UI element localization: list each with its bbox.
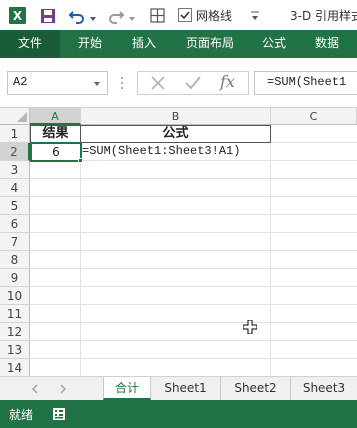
- undo-dropdown-icon[interactable]: [89, 12, 97, 21]
- cell-b2[interactable]: =SUM(Sheet1:Sheet3!A1): [82, 143, 357, 161]
- sheet-tab-sheet2[interactable]: Sheet2: [221, 377, 291, 400]
- cell-a2[interactable]: 6: [30, 142, 82, 162]
- cell-a1-text: 结果: [42, 126, 69, 141]
- sheet-tab-sheet3[interactable]: Sheet3: [291, 377, 357, 400]
- formula-bar-splitter[interactable]: [120, 76, 124, 90]
- row-header[interactable]: 7: [0, 233, 30, 251]
- tab-data[interactable]: 数据: [304, 30, 350, 58]
- excel-logo-icon: X: [9, 7, 26, 24]
- row-header[interactable]: 13: [0, 341, 30, 359]
- status-bar: 就绪: [0, 400, 357, 428]
- quick-access-toolbar: X 网格线 3-D 引用样式: [0, 0, 357, 30]
- column-header-c[interactable]: C: [271, 108, 357, 125]
- formula-input[interactable]: =SUM(Sheet1: [254, 71, 357, 95]
- scroll-left-icon[interactable]: [30, 384, 40, 394]
- undo-icon[interactable]: [68, 7, 86, 25]
- select-all-corner[interactable]: [0, 108, 30, 125]
- row-header[interactable]: 11: [0, 305, 30, 323]
- ribbon-tabs: 文件 开始 插入 页面布局 公式 数据: [0, 30, 357, 58]
- name-box-value: A2: [13, 75, 28, 89]
- formula-bar: A2 fx =SUM(Sheet1: [0, 58, 357, 108]
- cell-b1[interactable]: 公式: [80, 125, 271, 143]
- save-icon[interactable]: [40, 8, 56, 24]
- enter-icon[interactable]: [184, 74, 202, 92]
- tab-file[interactable]: 文件: [0, 30, 60, 58]
- svg-text:X: X: [13, 9, 23, 23]
- window-title: 3-D 引用样式: [290, 9, 357, 23]
- cancel-icon[interactable]: [149, 74, 167, 92]
- row-header[interactable]: 14: [0, 359, 30, 376]
- cell-a2-value: 6: [52, 145, 60, 159]
- sheet-tab-total[interactable]: 合计: [103, 377, 151, 400]
- tab-home[interactable]: 开始: [66, 30, 114, 58]
- row-header[interactable]: 12: [0, 323, 30, 341]
- insert-function-icon[interactable]: fx: [220, 72, 235, 91]
- name-box[interactable]: A2: [7, 71, 108, 95]
- sheet-tab-sheet1[interactable]: Sheet1: [151, 377, 221, 400]
- redo-icon[interactable]: [107, 7, 125, 25]
- row-header[interactable]: 1: [0, 125, 30, 143]
- status-ready: 就绪: [9, 408, 34, 422]
- row-header[interactable]: 4: [0, 179, 30, 197]
- row-header[interactable]: 8: [0, 251, 30, 269]
- cell-b2-text: =SUM(Sheet1:Sheet3!A1): [82, 144, 241, 158]
- macro-record-icon[interactable]: [52, 407, 66, 421]
- cell-b1-text: 公式: [162, 126, 189, 141]
- sheet-tabs-bar: 合计 Sheet1 Sheet2 Sheet3: [0, 376, 357, 400]
- gridlines-checkbox[interactable]: [178, 8, 192, 22]
- column-header-a[interactable]: A: [30, 108, 81, 125]
- formula-buttons: fx: [137, 71, 249, 95]
- row-header-active[interactable]: 2: [0, 143, 30, 161]
- worksheet-grid[interactable]: A B C 1 2 3 4 5 6 7 8 9 10 11 12 13 14 结…: [0, 108, 357, 376]
- row-header[interactable]: 9: [0, 269, 30, 287]
- column-header-b[interactable]: B: [81, 108, 271, 125]
- redo-dropdown-icon[interactable]: [128, 12, 136, 21]
- row-header[interactable]: 6: [0, 215, 30, 233]
- borders-icon[interactable]: [150, 8, 165, 23]
- cell-cursor-icon: [243, 320, 257, 334]
- row-header[interactable]: 10: [0, 287, 30, 305]
- scroll-right-icon[interactable]: [58, 384, 68, 394]
- tab-formulas[interactable]: 公式: [252, 30, 296, 58]
- row-header[interactable]: 3: [0, 161, 30, 179]
- formula-text: =SUM(Sheet1: [267, 75, 347, 89]
- gridlines-label: 网格线: [196, 9, 233, 23]
- row-header[interactable]: 5: [0, 197, 30, 215]
- tab-page-layout[interactable]: 页面布局: [175, 30, 245, 58]
- customize-toolbar-icon[interactable]: [250, 10, 260, 22]
- name-box-dropdown-icon[interactable]: [93, 80, 101, 88]
- cell-a1[interactable]: 结果: [30, 125, 81, 143]
- tab-insert[interactable]: 插入: [120, 30, 168, 58]
